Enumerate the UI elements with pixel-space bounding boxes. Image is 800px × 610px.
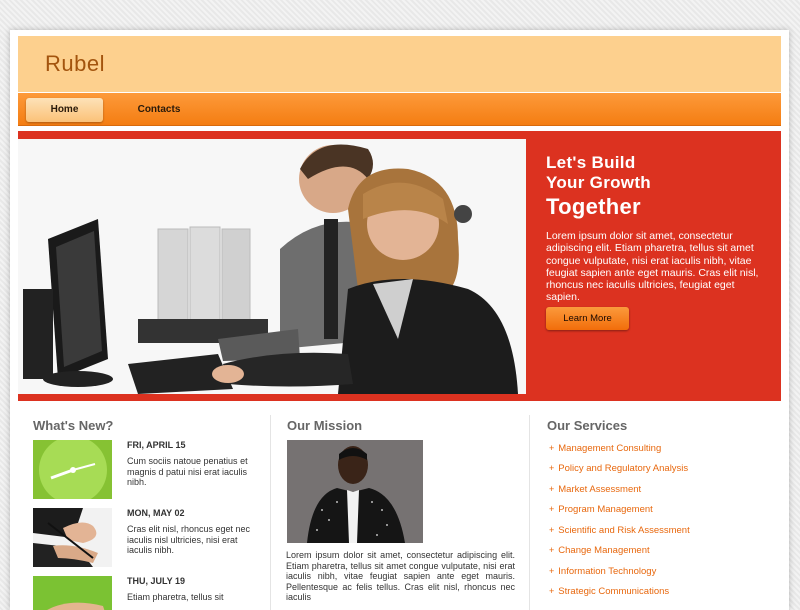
service-link[interactable]: + Information Technology — [549, 566, 656, 577]
news-text: Etiam pharetra, tellus sit — [127, 592, 224, 602]
main-nav: Home Contacts — [18, 93, 781, 126]
our-mission-title: Our Mission — [287, 418, 363, 433]
page-container: Rubel Home Contacts Let's Build Your Gro… — [10, 30, 789, 610]
service-link[interactable]: + Policy and Regulatory Analysis — [549, 463, 688, 474]
news-image-clock[interactable] — [33, 440, 112, 499]
learn-more-button[interactable]: Learn More — [546, 307, 629, 330]
site-logo[interactable]: Rubel — [45, 51, 105, 77]
our-services-title: Our Services — [547, 418, 628, 433]
hero-photo — [18, 139, 526, 394]
hero-banner: Let's Build Your Growth Together Lorem i… — [18, 131, 781, 401]
service-link[interactable]: + Program Management — [549, 504, 653, 515]
hero-title-line3: Together — [546, 194, 641, 219]
news-date: MON, MAY 02 — [127, 508, 185, 518]
column-divider — [270, 415, 271, 610]
news-text: Cum sociis natoue penatius et magnis d p… — [127, 456, 248, 487]
hero-title-line2: Your Growth — [546, 173, 651, 192]
news-image-signing[interactable] — [33, 508, 112, 567]
column-divider — [529, 415, 530, 610]
service-link[interactable]: + Change Management — [549, 545, 650, 556]
mission-photo — [287, 440, 423, 543]
mission-text: Lorem ipsum dolor sit amet, consectetur … — [286, 550, 515, 602]
news-date: THU, JULY 19 — [127, 576, 186, 586]
news-image-hands[interactable] — [33, 576, 112, 610]
news-text: Cras elit nisl, rhoncus eget nec iaculis… — [127, 524, 251, 555]
news-date: FRI, APRIL 15 — [127, 440, 186, 450]
service-link[interactable]: + Management Consulting — [549, 443, 661, 454]
service-link[interactable]: + Strategic Communications — [549, 586, 669, 597]
hero-title-line1: Let's Build — [546, 153, 636, 172]
nav-contacts[interactable]: Contacts — [123, 98, 195, 122]
hero-description: Lorem ipsum dolor sit amet, consectetur … — [546, 230, 759, 304]
nav-home[interactable]: Home — [26, 98, 103, 122]
service-link[interactable]: + Scientific and Risk Assessment — [549, 525, 690, 536]
whats-new-title: What's New? — [33, 418, 114, 433]
site-header: Rubel — [18, 36, 781, 92]
service-link[interactable]: + Market Assessment — [549, 484, 641, 495]
